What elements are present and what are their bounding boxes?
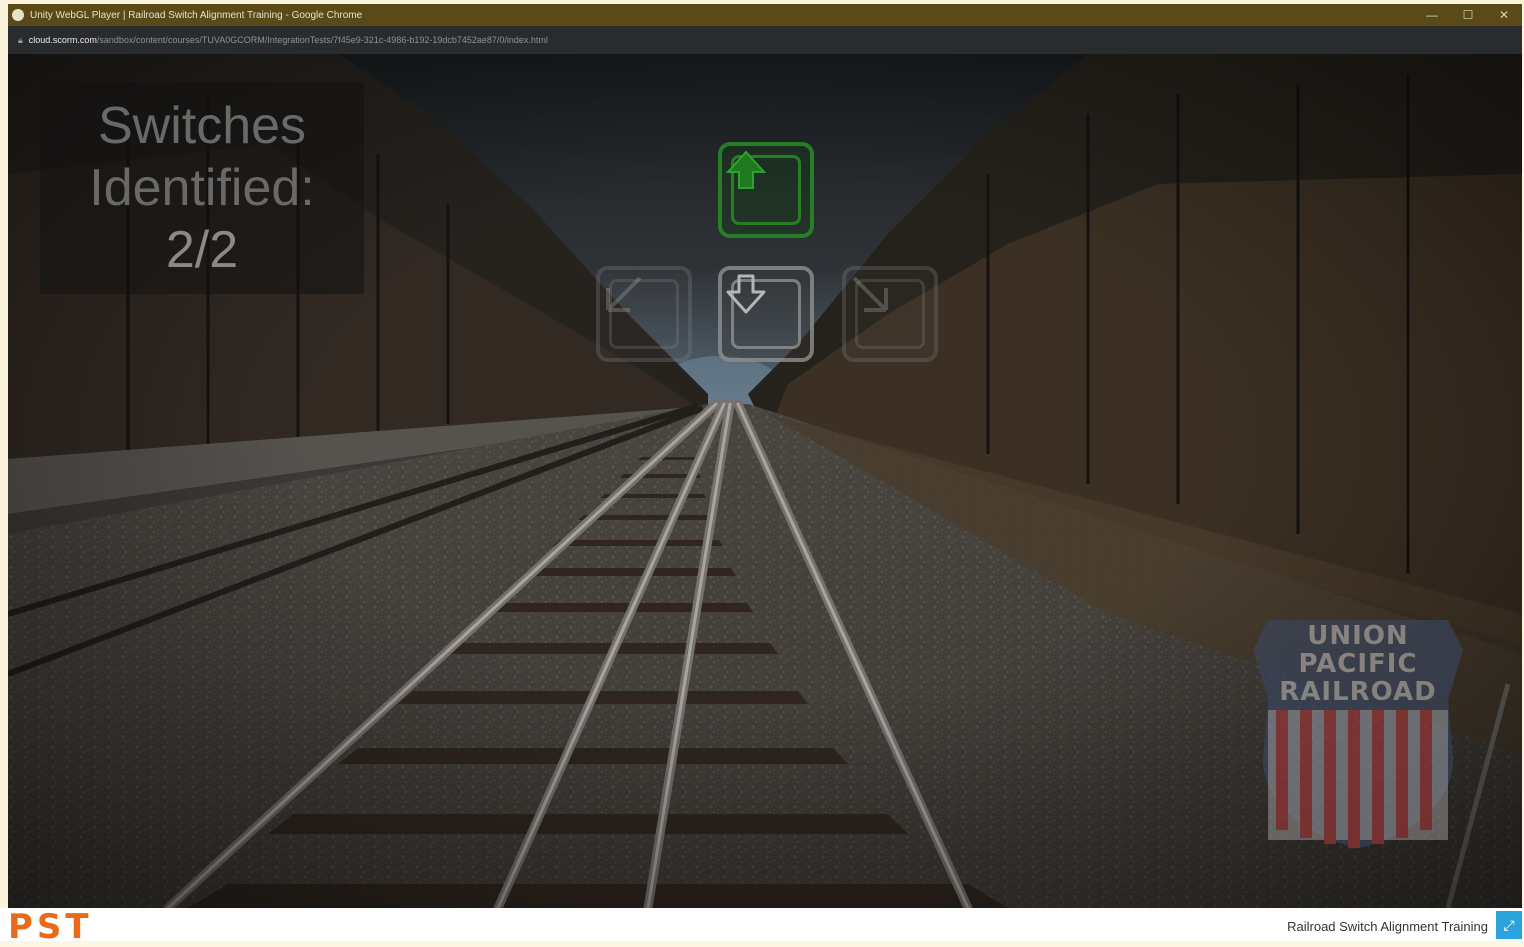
lock-icon: 🔒︎ xyxy=(18,34,23,45)
identified-label: Identified: xyxy=(89,159,315,217)
url-host: cloud.scorm.com xyxy=(28,35,97,45)
fullscreen-button[interactable]: ⤢ xyxy=(1496,911,1522,939)
arrow-up-icon xyxy=(725,150,767,189)
close-button[interactable]: ✕ xyxy=(1486,4,1522,26)
arrow-up-frame xyxy=(725,150,801,225)
switches-label: Switches xyxy=(97,97,307,155)
union-pacific-watermark: UNION PACIFIC RAILROAD xyxy=(1248,610,1468,850)
move-down-button[interactable] xyxy=(718,266,814,362)
move-up-button[interactable] xyxy=(718,142,814,238)
fullscreen-icon: ⤢ xyxy=(1503,916,1515,933)
minimize-button[interactable]: — xyxy=(1414,4,1450,26)
move-left-button[interactable] xyxy=(596,266,692,362)
unity-icon xyxy=(12,9,24,21)
url-path: /sandbox/content/courses/TUVA0GCORM/Inte… xyxy=(96,35,548,45)
maximize-button[interactable]: ☐ xyxy=(1450,4,1486,26)
arrow-right-icon xyxy=(852,276,888,312)
arrow-left-frame xyxy=(606,276,679,349)
address-bar[interactable]: 🔒︎ cloud.scorm.com /sandbox/content/cour… xyxy=(8,26,1522,55)
union-pacific-text: UNION PACIFIC RAILROAD xyxy=(1279,621,1437,707)
course-title: Railroad Switch Alignment Training xyxy=(1287,919,1488,934)
switches-identified-panel: Switches Identified: 2/2 xyxy=(40,82,364,294)
arrow-down-frame xyxy=(726,274,801,349)
switches-count: 2/2 xyxy=(165,221,239,279)
move-right-button[interactable] xyxy=(842,266,938,362)
player-footer: PST Railroad Switch Alignment Training ⤢ xyxy=(0,907,1524,947)
title-bar: Unity WebGL Player | Railroad Switch Ali… xyxy=(8,4,1522,26)
arrow-left-icon xyxy=(606,276,642,312)
arrow-right-frame xyxy=(852,276,925,349)
arrow-down-icon xyxy=(726,274,766,314)
window-title: Unity WebGL Player | Railroad Switch Ali… xyxy=(30,9,363,21)
game-viewport[interactable]: Switches Identified: 2/2 UNION PACIFIC R… xyxy=(8,54,1522,908)
pst-logo: PST xyxy=(8,907,93,947)
browser-window: Unity WebGL Player | Railroad Switch Ali… xyxy=(0,0,1524,947)
